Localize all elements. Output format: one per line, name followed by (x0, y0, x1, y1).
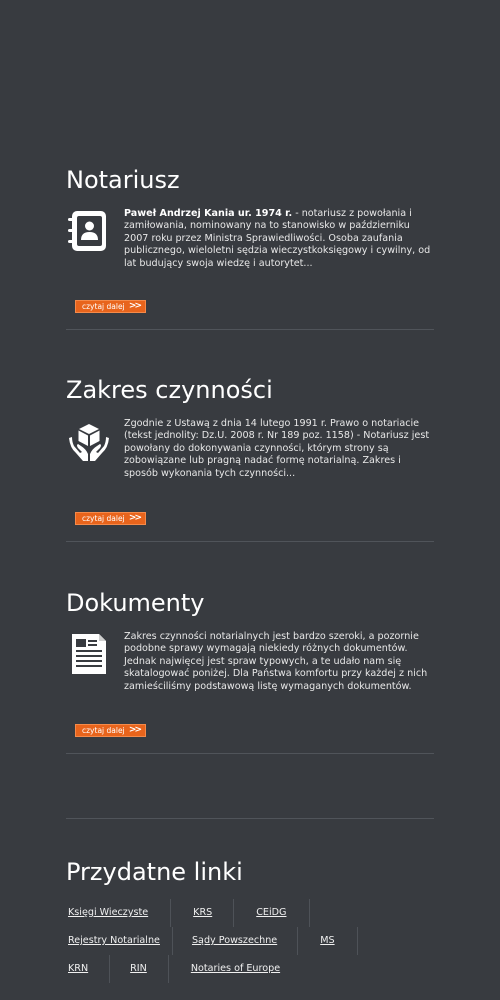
section-dokumenty: Dokumenty Zakres czynności notarialnych … (66, 589, 434, 711)
link-rin[interactable]: RIN (130, 955, 147, 983)
chevron-right-icon: >> (128, 513, 142, 523)
page: Notariusz Paweł Andrzej Kania ur. 1974 r… (0, 0, 500, 1000)
link-separator (171, 927, 173, 955)
link-ms[interactable]: MS (320, 927, 334, 955)
divider (66, 753, 434, 754)
section-title: Notariusz (66, 166, 180, 194)
link-ceidg[interactable]: CEiDG (256, 899, 286, 927)
link-separator (170, 899, 172, 927)
divider (66, 329, 434, 330)
read-more-button[interactable]: czytaj dalej >> (75, 512, 146, 525)
divider (66, 541, 434, 542)
divider (66, 818, 434, 819)
link-rejestry-notarialne[interactable]: Rejestry Notarialne (68, 927, 160, 955)
read-more-label: czytaj dalej (82, 514, 125, 523)
link-separator (233, 899, 235, 927)
section-text: Zgodnie z Ustawą z dnia 14 lutego 1991 r… (124, 418, 430, 479)
section-body: Paweł Andrzej Kania ur. 1974 r. - notari… (66, 208, 434, 288)
read-more-button[interactable]: czytaj dalej >> (75, 300, 146, 313)
link-separator (356, 927, 358, 955)
link-krs[interactable]: KRS (193, 899, 212, 927)
link-notaries-of-europe[interactable]: Notaries of Europe (191, 955, 280, 983)
link-separator (297, 927, 299, 955)
section-body: Zgodnie z Ustawą z dnia 14 lutego 1991 r… (66, 418, 434, 498)
section-notariusz: Notariusz Paweł Andrzej Kania ur. 1974 r… (66, 166, 434, 288)
section-title: Dokumenty (66, 589, 205, 617)
section-zakres-czynnosci: Zakres czynności Zgodnie z Ustawą z dnia… (66, 376, 434, 498)
link-separator (109, 955, 111, 983)
section-text: Paweł Andrzej Kania ur. 1974 r. - notari… (124, 208, 436, 270)
hands-box-icon (66, 418, 116, 468)
link-sady-powszechne[interactable]: Sądy Powszechne (192, 927, 277, 955)
link-krn[interactable]: KRN (68, 955, 88, 983)
read-more-label: czytaj dalej (82, 302, 125, 311)
read-more-button[interactable]: czytaj dalej >> (75, 724, 146, 737)
link-separator (309, 899, 311, 927)
link-ksiegi-wieczyste[interactable]: Księgi Wieczyste (68, 899, 148, 927)
section-title: Zakres czynności (66, 376, 273, 404)
section-text: Zakres czynności notarialnych jest bardz… (124, 631, 428, 692)
links-row: KRN RIN Notaries of Europe (66, 955, 280, 983)
link-separator (167, 955, 169, 983)
links-title: Przydatne linki (66, 858, 243, 886)
address-book-icon (66, 208, 116, 258)
chevron-right-icon: >> (128, 301, 142, 311)
links-row: Rejestry Notarialne Sądy Powszechne MS (66, 927, 358, 955)
chevron-right-icon: >> (128, 725, 142, 735)
notary-name: Paweł Andrzej Kania ur. 1974 r. (124, 208, 293, 219)
section-body: Zakres czynności notarialnych jest bardz… (66, 631, 434, 711)
read-more-label: czytaj dalej (82, 726, 125, 735)
document-icon (66, 631, 116, 681)
links-row: Księgi Wieczyste KRS CEiDG (66, 899, 311, 927)
